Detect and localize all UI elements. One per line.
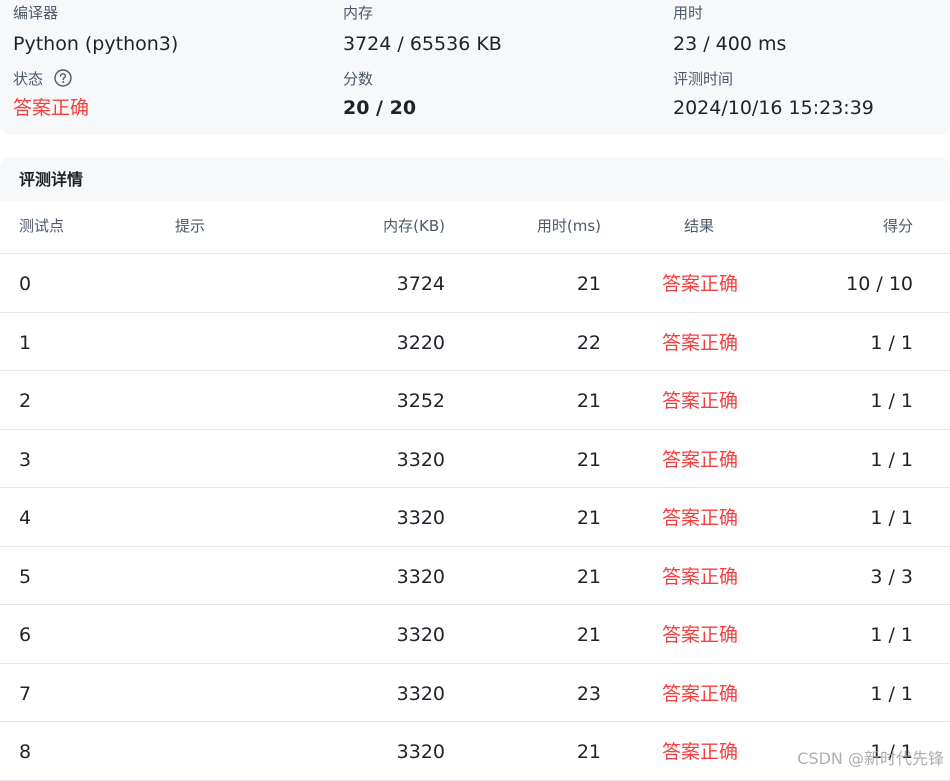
test-case-time: 22 (577, 331, 601, 355)
test-case-result: 答案正确 (662, 272, 738, 296)
test-case-score: 10 / 10 (846, 272, 913, 296)
table-row: 7 3320 23 答案正确 1 / 1 (0, 664, 950, 723)
table-row: 3 3320 21 答案正确 1 / 1 (0, 430, 950, 489)
test-case-id: 1 (19, 331, 31, 355)
test-case-time: 21 (577, 389, 601, 413)
test-case-table: 测试点 提示 内存(KB) 用时(ms) 结果 得分 0372421答案正确10… (0, 201, 950, 781)
table-row: 2 3252 21 答案正确 1 / 1 (0, 371, 950, 430)
test-case-time: 21 (577, 565, 601, 589)
status-label-row: 状态 (13, 69, 89, 89)
compiler-field: 编译器 Python (python3) (13, 3, 178, 57)
column-header-memory: 内存(KB) (383, 216, 445, 236)
memory-field: 内存 3724 / 65536 KB (343, 3, 502, 57)
test-case-result: 答案正确 (662, 506, 738, 530)
column-header-result: 结果 (684, 216, 714, 236)
judge-details-panel: 评测详情 测试点 提示 内存(KB) 用时(ms) 结果 得分 0372421答… (0, 157, 950, 777)
compiler-label: 编译器 (13, 3, 178, 23)
test-case-id: 6 (19, 623, 31, 647)
test-case-result: 答案正确 (662, 682, 738, 706)
test-case-memory: 3320 (397, 448, 445, 472)
table-row: 0 3724 21 答案正确 10 / 10 (0, 254, 950, 313)
test-case-score: 3 / 3 (870, 565, 913, 589)
time-field: 用时 23 / 400 ms (673, 3, 786, 57)
test-case-result: 答案正确 (662, 389, 738, 413)
test-case-score: 1 / 1 (870, 623, 913, 647)
status-label: 状态 (13, 70, 43, 88)
test-case-result: 答案正确 (662, 623, 738, 647)
table-header-row: 测试点 提示 内存(KB) 用时(ms) 结果 得分 (0, 201, 950, 254)
compiler-value: Python (python3) (13, 31, 178, 57)
test-case-id: 2 (19, 389, 31, 413)
test-case-score: 1 / 1 (870, 506, 913, 530)
table-row: 4 3320 21 答案正确 1 / 1 (0, 488, 950, 547)
test-case-id: 8 (19, 740, 31, 764)
score-value: 20 / 20 (343, 95, 416, 121)
status-value: 答案正确 (13, 95, 89, 121)
judge-time-value: 2024/10/16 15:23:39 (673, 95, 874, 121)
details-header: 评测详情 (0, 157, 950, 201)
judge-time-label: 评测时间 (673, 69, 874, 89)
details-title: 评测详情 (19, 169, 83, 191)
test-case-id: 0 (19, 272, 31, 296)
test-case-time: 21 (577, 740, 601, 764)
score-field: 分数 20 / 20 (343, 69, 416, 121)
test-case-time: 21 (577, 272, 601, 296)
test-case-id: 7 (19, 682, 31, 706)
test-case-memory: 3320 (397, 623, 445, 647)
test-case-memory: 3320 (397, 565, 445, 589)
judge-time-field: 评测时间 2024/10/16 15:23:39 (673, 69, 874, 121)
test-case-score: 1 / 1 (870, 389, 913, 413)
test-case-memory: 3320 (397, 506, 445, 530)
memory-value: 3724 / 65536 KB (343, 31, 502, 57)
test-case-id: 4 (19, 506, 31, 530)
test-case-time: 21 (577, 448, 601, 472)
question-circle-icon[interactable] (54, 69, 72, 87)
column-header-hint: 提示 (175, 216, 205, 236)
table-row: 6 3320 21 答案正确 1 / 1 (0, 605, 950, 664)
test-case-id: 5 (19, 565, 31, 589)
table-row: 1 3220 22 答案正确 1 / 1 (0, 313, 950, 372)
table-body: 0372421答案正确10 / 101322022答案正确1 / 1232522… (0, 254, 950, 781)
test-case-score: 1 / 1 (870, 331, 913, 355)
memory-label: 内存 (343, 3, 502, 23)
test-case-memory: 3724 (397, 272, 445, 296)
test-case-result: 答案正确 (662, 448, 738, 472)
test-case-time: 21 (577, 506, 601, 530)
submission-summary: 编译器 Python (python3) 内存 3724 / 65536 KB … (0, 0, 950, 135)
test-case-time: 23 (577, 682, 601, 706)
test-case-result: 答案正确 (662, 565, 738, 589)
test-case-score: 1 / 1 (870, 448, 913, 472)
test-case-score: 1 / 1 (870, 682, 913, 706)
test-case-memory: 3320 (397, 740, 445, 764)
watermark: CSDN @新时代先锋 (797, 745, 944, 769)
time-value: 23 / 400 ms (673, 31, 786, 57)
time-label: 用时 (673, 3, 786, 23)
test-case-result: 答案正确 (662, 331, 738, 355)
column-header-time: 用时(ms) (537, 216, 601, 236)
score-label: 分数 (343, 69, 416, 89)
test-case-time: 21 (577, 623, 601, 647)
test-case-result: 答案正确 (662, 740, 738, 764)
column-header-test-case: 测试点 (19, 216, 64, 236)
table-row: 5 3320 21 答案正确 3 / 3 (0, 547, 950, 606)
test-case-memory: 3320 (397, 682, 445, 706)
column-header-score: 得分 (883, 216, 913, 236)
test-case-memory: 3252 (397, 389, 445, 413)
status-field: 状态 答案正确 (13, 69, 89, 121)
test-case-id: 3 (19, 448, 31, 472)
test-case-memory: 3220 (397, 331, 445, 355)
